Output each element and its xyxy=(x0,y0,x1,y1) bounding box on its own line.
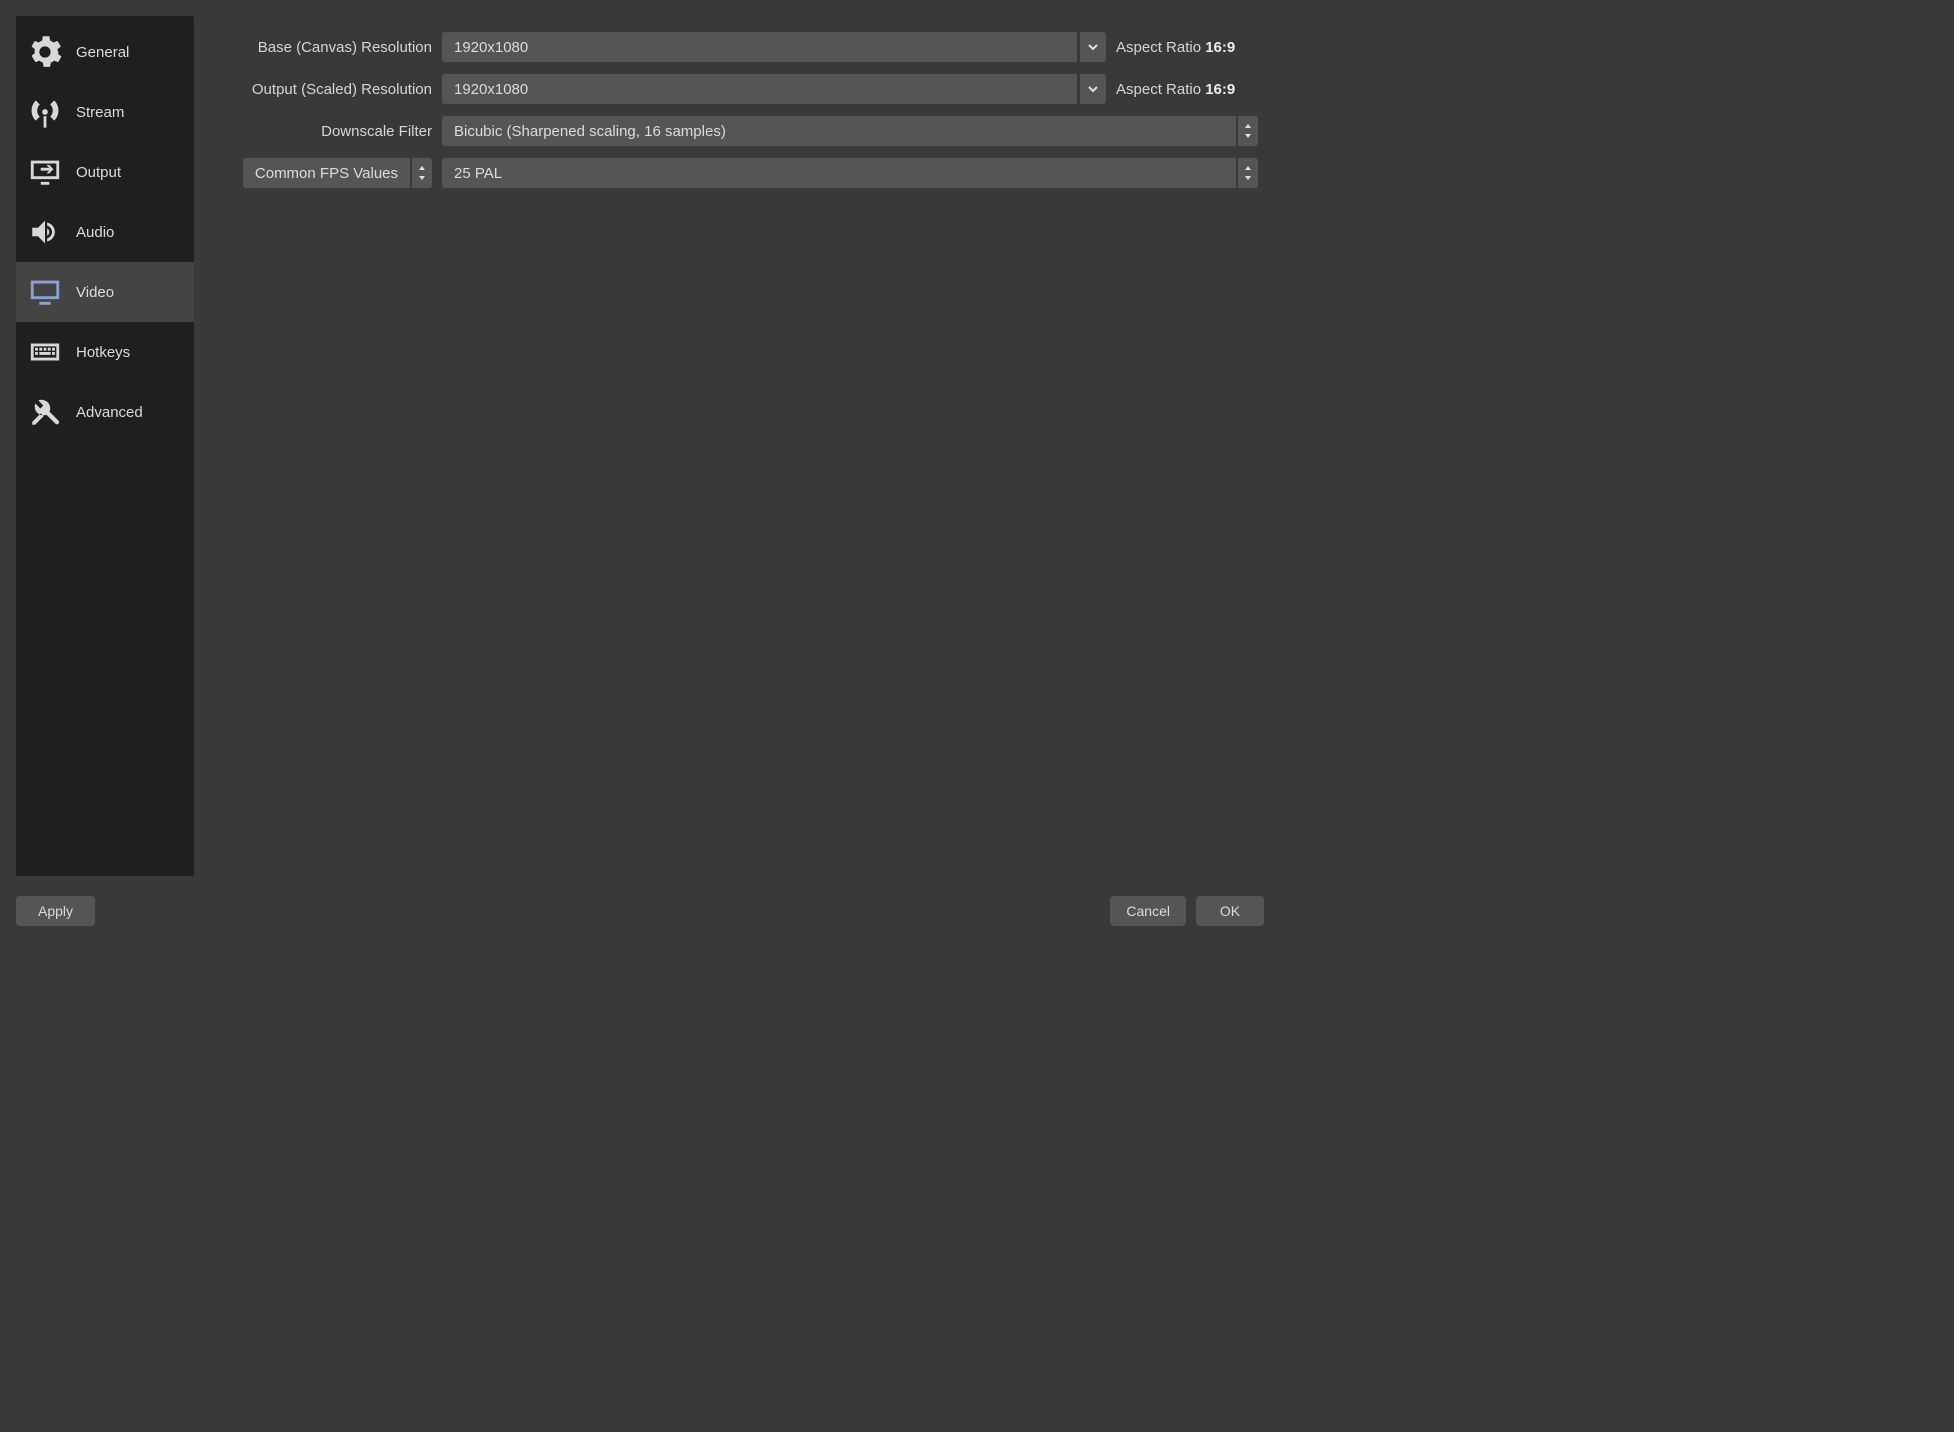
sidebar-item-audio[interactable]: Audio xyxy=(16,202,194,262)
fps-row: Common FPS Values 25 PAL xyxy=(216,158,1258,188)
video-settings-panel: Base (Canvas) Resolution 1920x1080 Aspec… xyxy=(194,16,1264,876)
fps-value-select[interactable]: 25 PAL xyxy=(442,158,1258,188)
chevron-down-icon[interactable] xyxy=(1080,32,1106,62)
sidebar-item-label: Audio xyxy=(76,224,114,241)
base-resolution-value[interactable]: 1920x1080 xyxy=(442,32,1077,62)
dialog-footer: Apply Cancel OK xyxy=(16,876,1264,926)
sidebar-item-stream[interactable]: Stream xyxy=(16,82,194,142)
output-resolution-value[interactable]: 1920x1080 xyxy=(442,74,1077,104)
sidebar-item-hotkeys[interactable]: Hotkeys xyxy=(16,322,194,382)
antenna-icon xyxy=(26,93,64,131)
chevron-down-icon[interactable] xyxy=(1080,74,1106,104)
monitor-icon xyxy=(26,273,64,311)
settings-sidebar: General Stream Output Audio xyxy=(16,16,194,876)
downscale-filter-row: Downscale Filter Bicubic (Sharpened scal… xyxy=(216,116,1258,146)
base-aspect-ratio: Aspect Ratio 16:9 xyxy=(1116,39,1258,56)
apply-button[interactable]: Apply xyxy=(16,896,95,926)
sidebar-item-output[interactable]: Output xyxy=(16,142,194,202)
sidebar-item-label: Hotkeys xyxy=(76,344,130,361)
ok-button[interactable]: OK xyxy=(1196,896,1264,926)
base-resolution-row: Base (Canvas) Resolution 1920x1080 Aspec… xyxy=(216,32,1258,62)
updown-stepper-icon[interactable] xyxy=(1236,116,1258,146)
output-resolution-label: Output (Scaled) Resolution xyxy=(216,81,432,98)
keyboard-icon xyxy=(26,333,64,371)
fps-type-select[interactable]: Common FPS Values xyxy=(243,158,432,188)
output-resolution-row: Output (Scaled) Resolution 1920x1080 Asp… xyxy=(216,74,1258,104)
downscale-filter-label: Downscale Filter xyxy=(216,123,432,140)
base-resolution-combo[interactable]: 1920x1080 xyxy=(442,32,1106,62)
base-resolution-label: Base (Canvas) Resolution xyxy=(216,39,432,56)
output-icon xyxy=(26,153,64,191)
sidebar-item-general[interactable]: General xyxy=(16,22,194,82)
sidebar-item-label: Stream xyxy=(76,104,124,121)
output-aspect-ratio: Aspect Ratio 16:9 xyxy=(1116,81,1258,98)
gear-icon xyxy=(26,33,64,71)
cancel-button[interactable]: Cancel xyxy=(1110,896,1186,926)
sidebar-item-label: General xyxy=(76,44,129,61)
sidebar-item-label: Output xyxy=(76,164,121,181)
output-resolution-combo[interactable]: 1920x1080 xyxy=(442,74,1106,104)
downscale-filter-select[interactable]: Bicubic (Sharpened scaling, 16 samples) xyxy=(442,116,1258,146)
downscale-filter-value: Bicubic (Sharpened scaling, 16 samples) xyxy=(442,116,1236,146)
sidebar-item-video[interactable]: Video xyxy=(16,262,194,322)
fps-type-label: Common FPS Values xyxy=(243,158,410,188)
tools-icon xyxy=(26,393,64,431)
sidebar-item-label: Advanced xyxy=(76,404,143,421)
sidebar-item-advanced[interactable]: Advanced xyxy=(16,382,194,442)
updown-stepper-icon[interactable] xyxy=(410,158,432,188)
sidebar-item-label: Video xyxy=(76,284,114,301)
speaker-icon xyxy=(26,213,64,251)
updown-stepper-icon[interactable] xyxy=(1236,158,1258,188)
fps-value: 25 PAL xyxy=(442,158,1236,188)
